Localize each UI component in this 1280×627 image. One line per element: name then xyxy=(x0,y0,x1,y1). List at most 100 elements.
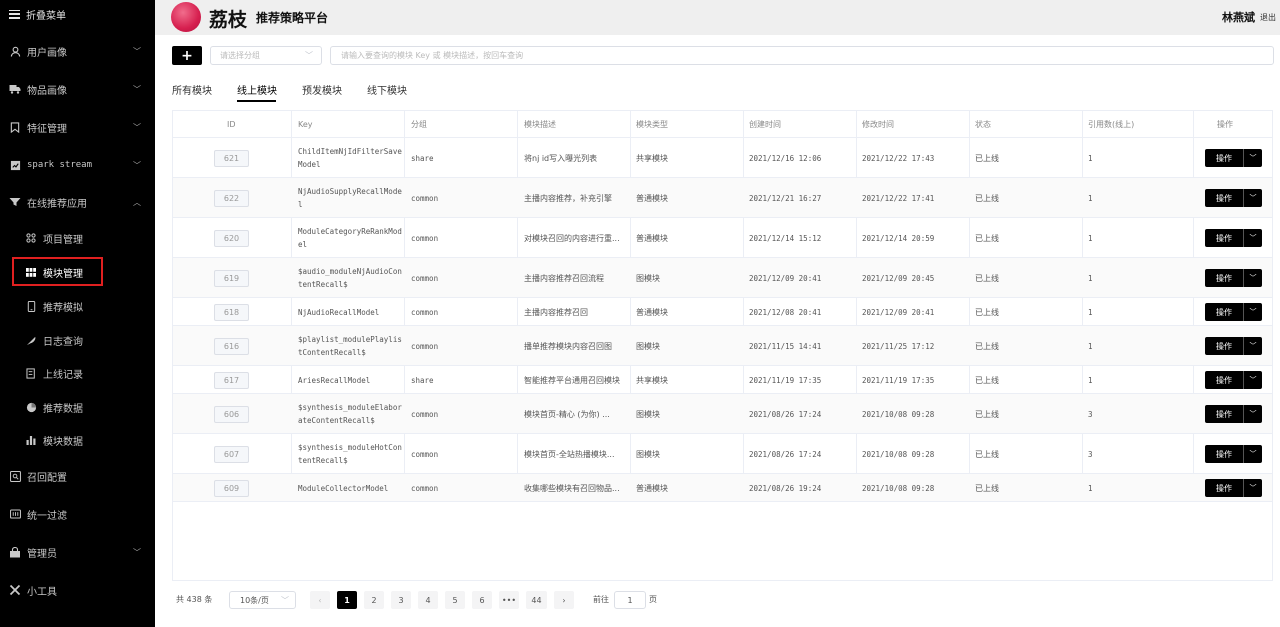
page-button-1[interactable]: 1 xyxy=(337,591,357,609)
table-row: 620 ModuleCategoryReRankModel common 对模块召回的… xyxy=(173,218,1272,258)
sidebar-item-module-data[interactable]: 模块数据 xyxy=(0,423,155,457)
sidebar-item-tools[interactable]: 小工具 xyxy=(0,573,155,607)
chevron-down-icon[interactable]: ﹀ xyxy=(1244,229,1262,247)
sidebar-item-unified-filter[interactable]: 统一过滤 xyxy=(0,497,155,531)
action-dropdown-button[interactable]: 操作 ﹀ xyxy=(1205,371,1262,389)
sidebar-item-recall-config[interactable]: 召回配置 xyxy=(0,459,155,493)
action-dropdown-button[interactable]: 操作 ﹀ xyxy=(1205,405,1262,423)
page-button-4[interactable]: 4 xyxy=(418,591,438,609)
sidebar-item-admin[interactable]: 管理员 ﹀ xyxy=(0,535,155,569)
action-dropdown-button[interactable]: 操作 ﹀ xyxy=(1205,337,1262,355)
page-suffix: 页 xyxy=(649,595,657,604)
page-button-44[interactable]: 44 xyxy=(526,591,547,609)
admin-icon xyxy=(9,546,21,558)
reference-count: 3 xyxy=(1088,449,1093,459)
module-key: NjAudioRecallModel xyxy=(298,307,380,317)
chevron-down-icon[interactable]: ﹀ xyxy=(1244,189,1262,207)
sidebar: 折叠菜单 用户画像 ﹀ 物品画像 ﹀ 特征管理 ﹀ spark stream ﹀… xyxy=(0,0,155,627)
next-page-button[interactable]: › xyxy=(554,591,574,609)
page-button-3[interactable]: 3 xyxy=(391,591,411,609)
sidebar-item-feature-management[interactable]: 特征管理 ﹀ xyxy=(0,110,155,144)
chevron-down-icon[interactable]: ﹀ xyxy=(1244,269,1262,287)
tab-staging-modules[interactable]: 预发模块 xyxy=(302,82,342,102)
sidebar-item-recommend-data[interactable]: 推荐数据 xyxy=(0,390,155,424)
collapse-menu-button[interactable]: 折叠菜单 xyxy=(0,0,155,28)
add-module-button[interactable]: + xyxy=(172,46,202,65)
status-text: 已上线 xyxy=(975,409,999,419)
page-button-2[interactable]: 2 xyxy=(364,591,384,609)
chevron-down-icon[interactable]: ﹀ xyxy=(1244,479,1262,497)
lychee-logo-icon xyxy=(171,2,201,32)
modified-time: 2021/12/09 20:41 xyxy=(862,307,935,317)
tools-icon xyxy=(9,584,21,596)
action-label: 操作 xyxy=(1205,149,1244,167)
chevron-down-icon[interactable]: ﹀ xyxy=(1244,445,1262,463)
tab-offline-modules[interactable]: 线下模块 xyxy=(367,82,407,102)
sidebar-item-online-recommend[interactable]: 在线推荐应用 ︿ xyxy=(0,185,155,219)
platform-subtitle: 推荐策略平台 xyxy=(256,11,329,25)
action-dropdown-button[interactable]: 操作 ﹀ xyxy=(1205,229,1262,247)
goto-label: 前往 xyxy=(593,595,609,604)
chevron-down-icon[interactable]: ﹀ xyxy=(1244,371,1262,389)
user-icon xyxy=(9,45,21,57)
module-key: ModuleCollectorModel xyxy=(298,483,389,493)
logout-link[interactable]: 退出 xyxy=(1260,12,1276,23)
chevron-down-icon[interactable]: ﹀ xyxy=(1244,337,1262,355)
edit-doc-icon xyxy=(25,367,37,379)
chevron-down-icon[interactable]: ﹀ xyxy=(1244,149,1262,167)
table-row: 617 AriesRecallModel share 智能推荐平台通用召回模块 共享模块… xyxy=(173,366,1272,394)
chevron-down-icon[interactable]: ﹀ xyxy=(1244,303,1262,321)
prev-page-button[interactable]: ‹ xyxy=(310,591,330,609)
more-pages-button[interactable]: ••• xyxy=(499,591,519,609)
action-dropdown-button[interactable]: 操作 ﹀ xyxy=(1205,445,1262,463)
group-select[interactable]: 请选择分组 ﹀ xyxy=(210,46,322,65)
action-dropdown-button[interactable]: 操作 ﹀ xyxy=(1205,269,1262,287)
reference-count: 1 xyxy=(1088,341,1093,351)
action-dropdown-button[interactable]: 操作 ﹀ xyxy=(1205,149,1262,167)
page-size-select[interactable]: 10条/页 ﹀ xyxy=(229,591,296,609)
tab-online-modules[interactable]: 线上模块 xyxy=(237,82,277,102)
chevron-up-icon: ︿ xyxy=(133,197,141,207)
sidebar-item-release-records[interactable]: 上线记录 xyxy=(0,356,155,390)
module-id: 616 xyxy=(214,337,249,355)
active-highlight-box xyxy=(12,257,103,286)
collapse-menu-label: 折叠菜单 xyxy=(26,10,66,22)
user-name[interactable]: 林燕斌 xyxy=(1222,9,1255,25)
module-description: 收集哪些模块有召回物品... xyxy=(524,483,620,493)
action-dropdown-button[interactable]: 操作 ﹀ xyxy=(1205,303,1262,321)
sidebar-item-log-query[interactable]: 日志查询 xyxy=(0,323,155,357)
module-group: common xyxy=(411,409,439,419)
sidebar-item-user-profile[interactable]: 用户画像 ﹀ xyxy=(0,34,155,68)
module-type: 共享模块 xyxy=(636,375,668,385)
status-text: 已上线 xyxy=(975,273,999,283)
module-id: 621 xyxy=(214,149,249,167)
filter-icon xyxy=(9,196,21,208)
module-type: 图模块 xyxy=(636,273,660,283)
reference-count: 1 xyxy=(1088,153,1093,163)
modified-time: 2021/11/25 17:12 xyxy=(862,341,935,351)
module-description: 主播内容推荐召回 xyxy=(524,307,588,317)
modified-time: 2021/10/08 09:28 xyxy=(862,449,935,459)
chevron-down-icon[interactable]: ﹀ xyxy=(1244,405,1262,423)
chart-check-icon xyxy=(9,159,21,171)
module-key: $audio_moduleNjAudioContentRecall$ xyxy=(298,267,402,289)
action-dropdown-button[interactable]: 操作 ﹀ xyxy=(1205,189,1262,207)
sidebar-item-spark-stream[interactable]: spark stream ﹀ xyxy=(0,148,155,182)
search-input[interactable]: 请输入要查询的模块 Key 或 模块描述，按回车查询 xyxy=(330,46,1274,65)
column-header-id: ID xyxy=(227,120,236,129)
sidebar-item-recommend-simulation[interactable]: 推荐模拟 xyxy=(0,289,155,323)
status-text: 已上线 xyxy=(975,233,999,243)
sidebar-item-project-management[interactable]: 项目管理 xyxy=(0,221,155,255)
column-header-status: 状态 xyxy=(975,120,991,129)
page-button-6[interactable]: 6 xyxy=(472,591,492,609)
table-row: 616 $playlist_modulePlaylistContentRecall… xyxy=(173,326,1272,366)
tab-all-modules[interactable]: 所有模块 xyxy=(172,82,212,102)
page-button-5[interactable]: 5 xyxy=(445,591,465,609)
action-dropdown-button[interactable]: 操作 ﹀ xyxy=(1205,479,1262,497)
module-type: 图模块 xyxy=(636,341,660,351)
action-label: 操作 xyxy=(1205,337,1244,355)
module-key: AriesRecallModel xyxy=(298,375,371,385)
sidebar-item-item-profile[interactable]: 物品画像 ﹀ xyxy=(0,72,155,106)
module-id: 618 xyxy=(214,303,249,321)
goto-page-input[interactable]: 1 xyxy=(614,591,646,609)
